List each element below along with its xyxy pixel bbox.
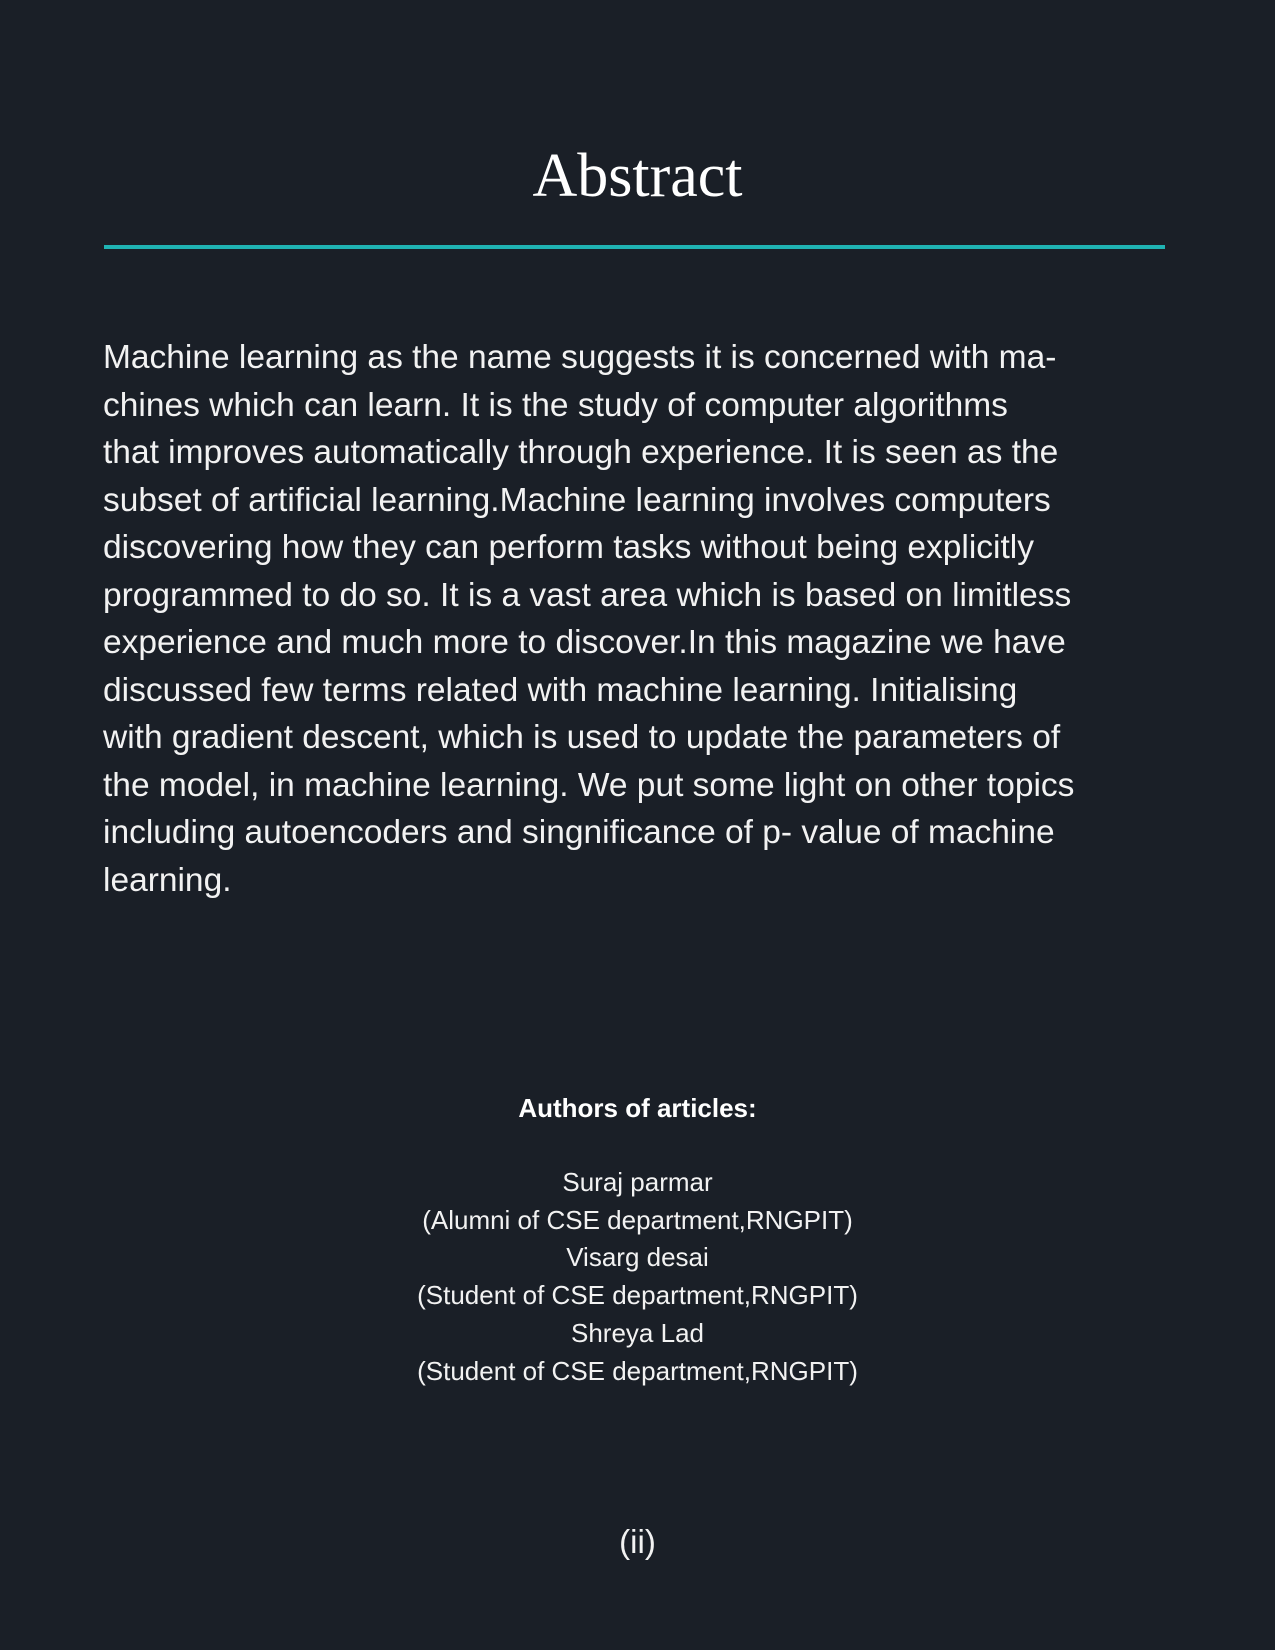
abstract-line: that improves automatically through expe…: [103, 434, 1059, 471]
author-name: Shreya Lad: [571, 1317, 704, 1348]
abstract-line: discussed few terms related with machine…: [103, 671, 1018, 709]
page-number: (ii): [619, 1523, 656, 1560]
authors-heading: Authors of articles:: [518, 1093, 757, 1123]
page-title: Abstract: [532, 142, 743, 210]
author-entry: Suraj parmar (Alumni of CSE department,R…: [0, 1164, 1275, 1239]
author-affiliation: (Student of CSE department,RNGPIT): [417, 1280, 858, 1311]
abstract-line: learning.: [103, 861, 232, 899]
author-list: Suraj parmar (Alumni of CSE department,R…: [0, 1164, 1275, 1390]
abstract-line: discovering how they can perform tasks w…: [103, 529, 1034, 566]
abstract-line: Machine learning as the name suggests it…: [103, 339, 1057, 376]
abstract-line: experience and much more to discover.In …: [103, 624, 1066, 661]
author-affiliation: (Student of CSE department,RNGPIT): [417, 1355, 858, 1386]
author-affiliation: (Alumni of CSE department,RNGPIT): [422, 1204, 853, 1235]
author-name: Visarg desai: [566, 1242, 709, 1273]
abstract-line: subset of artificial learning.Machine le…: [103, 481, 1051, 519]
title-divider: [104, 245, 1165, 249]
abstract-line: including autoencoders and singnificance…: [103, 814, 1055, 851]
abstract-line: with gradient descent, which is used to …: [103, 719, 1061, 756]
abstract-paragraph: Machine learning as the name suggests it…: [103, 334, 1173, 904]
abstract-line: chines which can learn. It is the study …: [103, 386, 1008, 424]
author-entry: Shreya Lad (Student of CSE department,RN…: [0, 1315, 1275, 1390]
author-entry: Visarg desai (Student of CSE department,…: [0, 1239, 1275, 1314]
abstract-line: programmed to do so. It is a vast area w…: [103, 576, 1072, 614]
author-name: Suraj parmar: [562, 1167, 713, 1197]
authors-section: Authors of articles: Suraj parmar (Alumn…: [0, 1090, 1275, 1390]
abstract-line: the model, in machine learning. We put s…: [103, 766, 1075, 804]
